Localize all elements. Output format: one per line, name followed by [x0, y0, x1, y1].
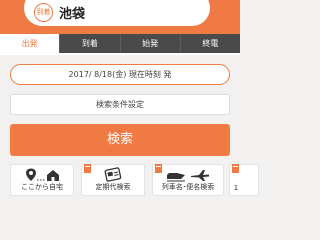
search-button[interactable]: 検索 [10, 124, 230, 156]
commuter-pass-icon [82, 167, 144, 183]
datetime-selector[interactable]: 2017/ 8/18(金) 現在時刻 発 [10, 64, 230, 85]
quick-links: ここから自宅 定期代検索 列車名･便名検索 1 [10, 164, 259, 198]
quick-link-more[interactable]: 1 [229, 164, 259, 196]
tab-first-train[interactable]: 始発 [119, 34, 180, 53]
train-plane-icon [153, 167, 223, 183]
quick-link-commuter-pass-label: 定期代検索 [95, 183, 131, 191]
tab-underline [0, 53, 240, 55]
search-mode-tabs: 出発 到着 始発 終電 [0, 34, 240, 53]
location-home-icon [11, 167, 73, 183]
arrival-station-field[interactable]: 到着 池袋 [24, 0, 210, 26]
quick-link-train-name-label: 列車名･便名検索 [161, 183, 215, 191]
quick-link-more-label: 1 [233, 184, 239, 192]
search-conditions-button[interactable]: 検索条件設定 [10, 94, 230, 115]
tab-arrival[interactable]: 到着 [59, 34, 119, 53]
new-tag-icon [232, 164, 239, 173]
quick-link-train-name[interactable]: 列車名･便名検索 [152, 164, 224, 196]
quick-link-commuter-pass[interactable]: 定期代検索 [81, 164, 145, 196]
quick-link-home[interactable]: ここから自宅 [10, 164, 74, 196]
tab-departure[interactable]: 出発 [0, 34, 60, 53]
quick-link-home-label: ここから自宅 [21, 183, 63, 191]
tab-last-train[interactable]: 終電 [179, 34, 240, 53]
arrival-badge: 到着 [34, 2, 53, 22]
station-name: 池袋 [59, 6, 86, 22]
datetime-text: 2017/ 8/18(金) 現在時刻 発 [68, 70, 172, 79]
